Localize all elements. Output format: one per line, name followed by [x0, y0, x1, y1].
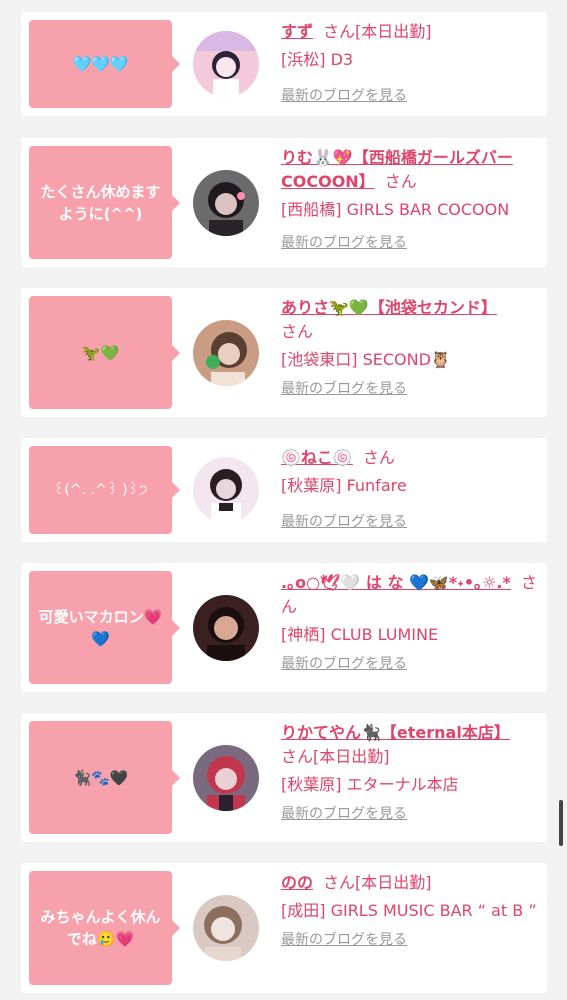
cast-name-line: 🍥ねこ🍥 さん [281, 446, 539, 470]
honorific: さん [323, 22, 356, 41]
message-bubble: 🩵🩵🩵 [29, 20, 180, 108]
cast-name-line: りかてやん🐈‍⬛【eternal本店】 さん[本日出勤] [281, 721, 539, 769]
list-item[interactable]: ꒰(^. .^꒱ )꒱੭ 🍥ねこ🍥 さん [秋葉原] Funfare 最新のブログ… [21, 438, 547, 542]
list-item[interactable]: 可愛いマカロン💗💙 .｡o○🕊🤍 は な 💙🦋*˖•｡☼.* さん [神栖] CL… [21, 563, 547, 692]
scrollbar[interactable] [559, 800, 563, 846]
cast-name-line: りむ🐰💖【西船橋ガールズバーCOCOON】 さん [281, 146, 539, 194]
latest-blog-link[interactable]: 最新のブログを見る [281, 378, 539, 398]
latest-blog-link[interactable]: 最新のブログを見る [281, 929, 539, 949]
list-item[interactable]: 🦖💚 ありさ🦖💚【池袋セカンド】 さん [池袋東口] SECOND🦉 最新のブログ… [21, 288, 547, 417]
cast-name-line: .｡o○🕊🤍 は な 💙🦋*˖•｡☼.* さん [281, 571, 539, 619]
message-bubble: 🐈‍⬛🐾🖤 [29, 721, 180, 834]
cast-name-line: ありさ🦖💚【池袋セカンド】 さん [281, 296, 539, 344]
latest-blog-link[interactable]: 最新のブログを見る [281, 232, 539, 252]
attendance-tag: [本日出勤] [355, 22, 432, 41]
shop-name: [神栖] CLUB LUMINE [281, 625, 439, 644]
honorific: さん [281, 322, 314, 341]
shop-name: [秋葉原] エターナル本店 [281, 775, 459, 794]
shop-name: [浜松] D3 [281, 50, 354, 69]
shop-name: [池袋東口] SECOND🦉 [281, 350, 451, 369]
latest-blog-link[interactable]: 最新のブログを見る [281, 511, 539, 531]
shop-name: [秋葉原] Funfare [281, 476, 407, 495]
latest-blog-link[interactable]: 最新のブログを見る [281, 85, 539, 105]
honorific: さん [323, 873, 356, 892]
avatar[interactable] [193, 595, 259, 661]
cast-name-link[interactable]: のの [281, 873, 313, 892]
message-bubble: 🦖💚 [29, 296, 180, 409]
honorific: さん [362, 448, 395, 467]
cast-name-line: のの さん[本日出勤] [281, 871, 539, 895]
cast-name-link[interactable]: .｡o○🕊🤍 は な 💙🦋*˖•｡☼.* [281, 573, 511, 592]
latest-blog-link[interactable]: 最新のブログを見る [281, 653, 539, 673]
list-item[interactable]: 🩵🩵🩵 すず さん[本日出勤] [浜松] D3 最新のブログを見る [21, 12, 547, 116]
avatar[interactable] [193, 895, 259, 961]
cast-name-link[interactable]: りかてやん🐈‍⬛【eternal本店】 [281, 723, 510, 742]
avatar[interactable] [193, 31, 259, 97]
avatar[interactable] [193, 457, 259, 523]
attendance-tag: [本日出勤] [355, 873, 432, 892]
cast-name-line: すず さん[本日出勤] [281, 20, 539, 44]
shop-name: [西船橋] GIRLS BAR COCOON [281, 200, 510, 219]
cast-name-link[interactable]: すず [281, 22, 313, 41]
cast-name-link[interactable]: ありさ🦖💚【池袋セカンド】 [281, 298, 497, 317]
attendance-tag: [本日出勤] [313, 747, 390, 766]
honorific: さん [384, 172, 417, 191]
avatar[interactable] [193, 745, 259, 811]
shop-name: [成田] GIRLS MUSIC BAR “ at B ” [281, 901, 537, 920]
avatar[interactable] [193, 320, 259, 386]
latest-blog-link[interactable]: 最新のブログを見る [281, 803, 539, 823]
message-bubble: たくさん休めますように(^^) [29, 146, 180, 259]
list-item[interactable]: たくさん休めますように(^^) りむ🐰💖【西船橋ガールズバーCOCOON】 さん … [21, 138, 547, 267]
list-item[interactable]: 🐈‍⬛🐾🖤 りかてやん🐈‍⬛【eternal本店】 さん[本日出勤] [秋葉原] … [21, 713, 547, 842]
list-item[interactable]: みちゃんよく休んでね🥲💗 のの さん[本日出勤] [成田] GIRLS MUSIC… [21, 863, 547, 993]
avatar[interactable] [193, 170, 259, 236]
message-bubble: みちゃんよく休んでね🥲💗 [29, 871, 180, 985]
cast-name-link[interactable]: 🍥ねこ🍥 [281, 448, 353, 467]
message-bubble: ꒰(^. .^꒱ )꒱੭ [29, 446, 180, 534]
message-bubble: 可愛いマカロン💗💙 [29, 571, 180, 684]
honorific: さん [281, 747, 314, 766]
blog-list: 🩵🩵🩵 すず さん[本日出勤] [浜松] D3 最新のブログを見る たくさん休めま… [0, 0, 567, 1000]
